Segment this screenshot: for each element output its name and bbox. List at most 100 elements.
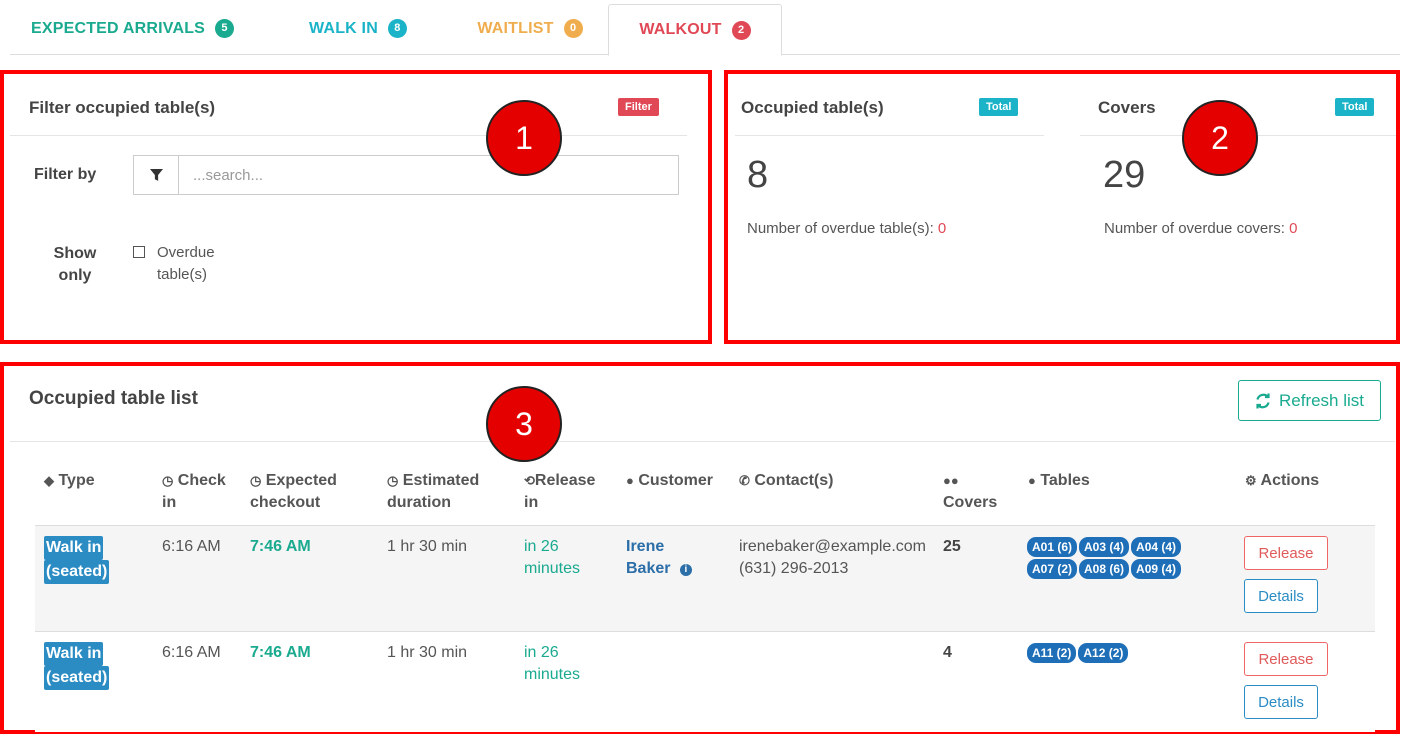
tables-list: A11 (2) A12 (2)	[1027, 643, 1212, 665]
header-release-in: ⟲Release in	[524, 470, 595, 514]
filter-panel-title: Filter occupied table(s)	[29, 98, 216, 117]
divider	[10, 441, 1395, 442]
covers-title: Covers	[1098, 98, 1156, 117]
customer-line: Irene	[626, 538, 665, 555]
tab-waitlist[interactable]: WAITLIST 0	[450, 4, 610, 53]
header-label: Check	[177, 472, 226, 489]
occupied-title: Occupied table(s)	[741, 98, 884, 117]
overdue-tables-value: 0	[937, 220, 947, 237]
header-expected-checkout: ◷ Expected checkout	[250, 470, 337, 514]
tab-walkout[interactable]: WALKOUT 2	[608, 4, 782, 56]
divider	[10, 135, 687, 136]
history-icon: ⟲	[524, 473, 535, 488]
header-label: in	[524, 494, 539, 511]
customer-line: Baker	[626, 560, 671, 577]
release-line: in 26	[524, 538, 559, 555]
type-line: (seated)	[44, 666, 110, 690]
header-actions: ⚙ Actions	[1245, 470, 1319, 492]
tab-count-badge: 5	[215, 19, 235, 38]
tab-count-badge: 2	[731, 20, 751, 40]
type-badge: Walk in (seated)	[44, 536, 110, 584]
header-covers: ●● Covers	[943, 470, 997, 514]
tab-label: WAITLIST	[477, 19, 554, 37]
tab-label: WALK IN	[309, 19, 378, 37]
release-line: in 26	[524, 644, 559, 661]
header-label: Tables	[1040, 472, 1090, 489]
overdue-checkbox-label[interactable]: Overdue table(s)	[157, 242, 215, 286]
refresh-list-button[interactable]: Refresh list	[1238, 380, 1381, 421]
covers-value: 4	[943, 644, 952, 661]
release-in: in 26 minutes	[524, 642, 580, 686]
header-label: duration	[387, 494, 451, 511]
header-label: Covers	[943, 494, 998, 511]
tab-walk-in[interactable]: WALK IN 8	[268, 4, 448, 53]
contacts: irenebaker@example.com (631) 296-2013	[739, 536, 926, 580]
release-button[interactable]: Release	[1244, 536, 1328, 570]
divider	[735, 135, 1044, 136]
overdue-tables-label: Number of overdue table(s):	[747, 220, 938, 237]
header-contacts: ✆ Contact(s)	[739, 470, 833, 492]
annotation-marker-1: 1	[486, 100, 562, 176]
occupied-total-tag: Total	[979, 98, 1019, 116]
info-icon[interactable]: i	[679, 564, 692, 576]
checkin-time: 6:16 AM	[162, 538, 221, 555]
release-button[interactable]: Release	[1244, 642, 1328, 676]
user-icon: ●	[626, 473, 634, 488]
filter-by-label: Filter by	[34, 166, 97, 183]
estimated-duration: 1 hr 30 min	[387, 644, 468, 661]
checkin-time: 6:16 AM	[162, 644, 221, 661]
tag-icon: ◆	[44, 473, 54, 488]
header-label: in	[162, 494, 177, 511]
overdue-tables-text: Number of overdue table(s): 0	[747, 220, 946, 237]
header-label: Actions	[1260, 472, 1320, 489]
table-pill: A07 (2)	[1027, 559, 1078, 579]
type-badge: Walk in (seated)	[44, 642, 110, 690]
show-only-line: Show	[53, 245, 97, 262]
header-label: checkout	[250, 494, 321, 511]
users-icon: ●●	[943, 473, 959, 488]
circle-icon: ●	[1028, 473, 1036, 488]
header-tables: ● Tables	[1028, 470, 1090, 492]
tab-count-badge: 0	[563, 19, 583, 38]
covers-value: 25	[943, 538, 961, 555]
details-button[interactable]: Details	[1244, 579, 1318, 613]
header-type: ◆ Type	[44, 470, 95, 492]
table-pill: A08 (6)	[1079, 559, 1130, 579]
expected-checkout: 7:46 AM	[250, 644, 311, 661]
type-line: (seated)	[44, 560, 110, 584]
header-label: Estimated	[402, 472, 480, 489]
expected-checkout: 7:46 AM	[250, 538, 311, 555]
table-pill: A01 (6)	[1027, 537, 1078, 557]
list-title: Occupied table list	[29, 388, 198, 409]
header-customer: ● Customer	[626, 470, 713, 492]
release-line: minutes	[524, 560, 581, 577]
contact-phone: (631) 296-2013	[739, 560, 849, 577]
tab-expected-arrivals[interactable]: EXPECTED ARRIVALS 5	[10, 4, 255, 53]
customer-name[interactable]: Irene Baker i	[626, 536, 692, 580]
header-checkin: ◷ Check in	[162, 470, 226, 514]
clock-icon: ◷	[162, 473, 174, 488]
type-line: Walk in	[44, 536, 104, 560]
search-input[interactable]	[179, 156, 678, 194]
tab-label: WALKOUT	[639, 21, 722, 38]
estimated-duration: 1 hr 30 min	[387, 538, 468, 555]
checkbox-label-line: Overdue	[157, 244, 215, 261]
cogs-icon: ⚙	[1245, 473, 1257, 488]
search-field	[133, 155, 679, 195]
table-pill: A11 (2)	[1027, 643, 1077, 663]
contact-email: irenebaker@example.com	[739, 538, 926, 555]
covers-count: 29	[1103, 154, 1146, 196]
overdue-covers-value: 0	[1289, 220, 1298, 237]
overdue-checkbox[interactable]	[133, 246, 145, 258]
tab-count-badge: 8	[387, 19, 407, 38]
overdue-covers-label: Number of overdue covers:	[1104, 220, 1290, 237]
annotation-marker-2: 2	[1182, 100, 1258, 176]
filter-icon[interactable]	[134, 156, 179, 194]
details-button[interactable]: Details	[1244, 685, 1318, 719]
table-row: Walk in (seated) 6:16 AM 7:46 AM 1 hr 30…	[35, 526, 1375, 631]
phone-icon: ✆	[739, 473, 750, 488]
table-pill: A12 (2)	[1078, 643, 1129, 663]
header-label: Customer	[638, 472, 713, 489]
header-label: Contact(s)	[754, 472, 834, 489]
annotation-marker-3: 3	[486, 386, 562, 462]
